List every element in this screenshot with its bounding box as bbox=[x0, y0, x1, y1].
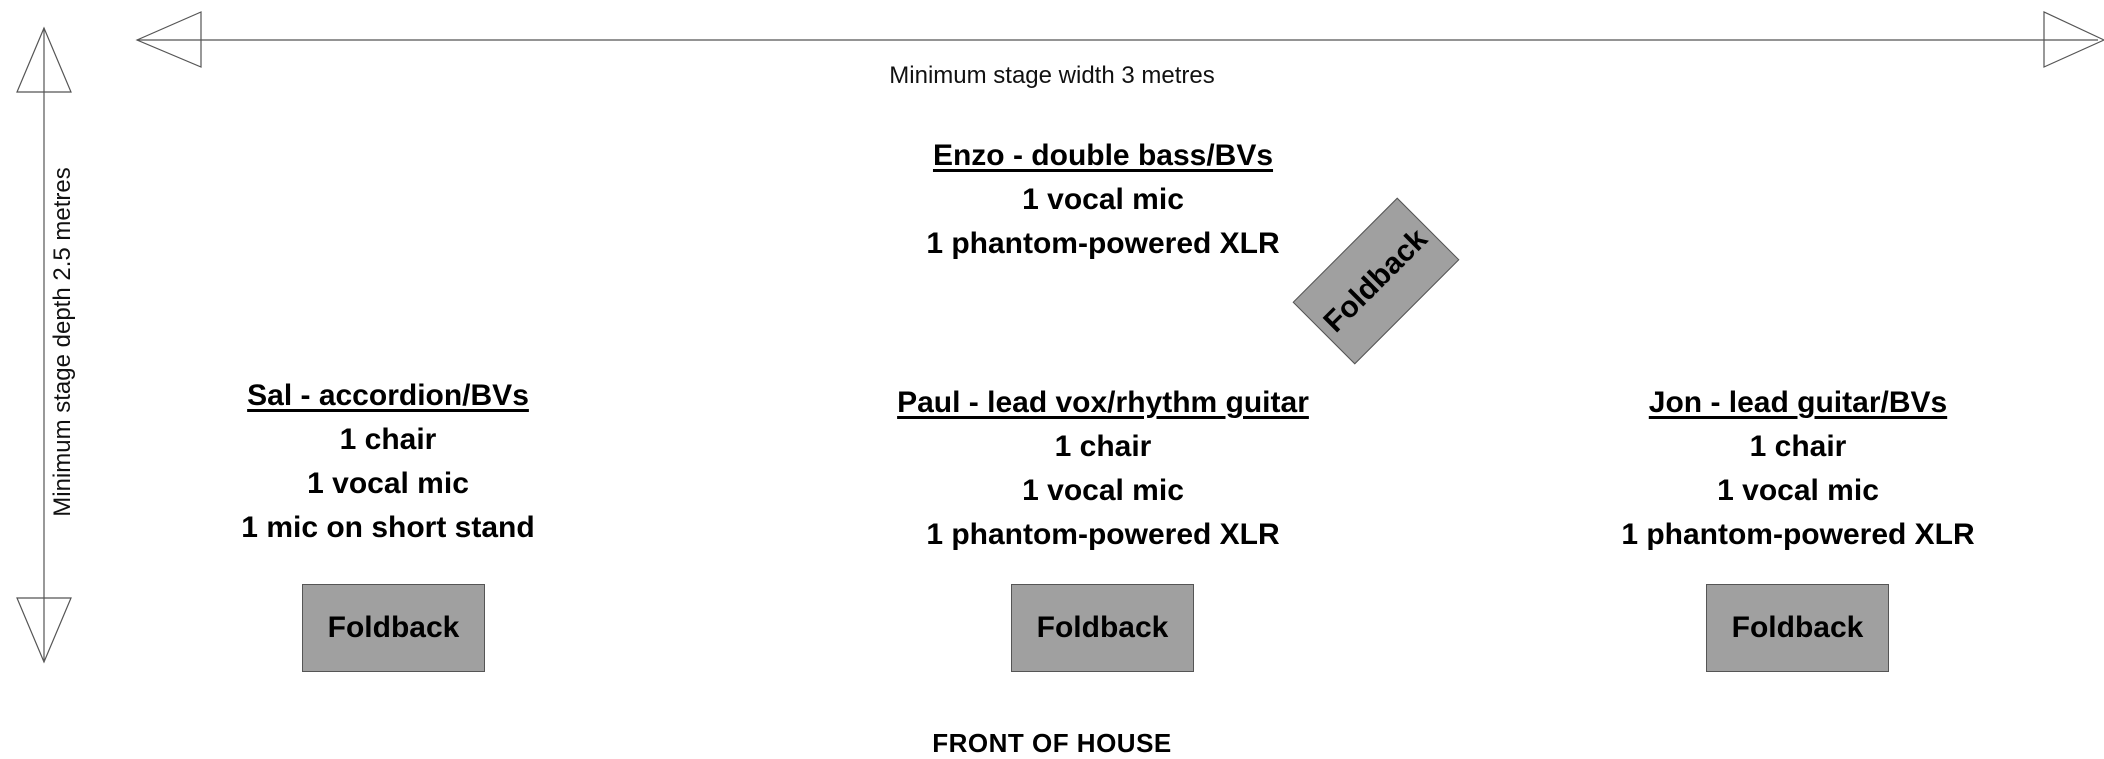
foldback-label: Foldback bbox=[1731, 611, 1864, 644]
equipment-item: 1 vocal mic bbox=[307, 467, 469, 500]
foldback-label: Foldback bbox=[327, 611, 460, 644]
musician-sal: Sal - accordion/BVs 1 chair 1 vocal mic … bbox=[128, 374, 648, 550]
musician-enzo: Enzo - double bass/BVs 1 vocal mic 1 pha… bbox=[843, 134, 1363, 266]
musician-name: Jon - lead guitar/BVs bbox=[1648, 386, 1948, 419]
front-of-house-label: FRONT OF HOUSE bbox=[932, 728, 1172, 758]
musician-name: Enzo - double bass/BVs bbox=[932, 139, 1274, 172]
foldback-wedge-paul: Foldback bbox=[1011, 584, 1194, 672]
equipment-item: 1 chair bbox=[1749, 430, 1847, 463]
equipment-item: 1 chair bbox=[339, 423, 437, 456]
equipment-item: 1 phantom-powered XLR bbox=[926, 518, 1280, 551]
equipment-item: 1 mic on short stand bbox=[241, 511, 535, 544]
equipment-item: 1 chair bbox=[1054, 430, 1152, 463]
stage-width-label: Minimum stage width 3 metres bbox=[889, 62, 1215, 89]
equipment-item: 1 vocal mic bbox=[1022, 474, 1184, 507]
musician-name: Paul - lead vox/rhythm guitar bbox=[897, 386, 1309, 419]
equipment-item: 1 vocal mic bbox=[1022, 183, 1184, 216]
stage-depth-label: Minimum stage depth 2.5 metres bbox=[49, 167, 76, 517]
equipment-item: 1 phantom-powered XLR bbox=[926, 227, 1280, 260]
musician-paul: Paul - lead vox/rhythm guitar 1 chair 1 … bbox=[843, 381, 1363, 557]
equipment-item: 1 phantom-powered XLR bbox=[1621, 518, 1975, 551]
musician-jon: Jon - lead guitar/BVs 1 chair 1 vocal mi… bbox=[1538, 381, 2058, 557]
foldback-wedge-sal: Foldback bbox=[302, 584, 485, 672]
musician-name: Sal - accordion/BVs bbox=[247, 379, 529, 412]
foldback-label: Foldback bbox=[1036, 611, 1169, 644]
equipment-item: 1 vocal mic bbox=[1717, 474, 1879, 507]
width-arrow bbox=[135, 11, 2104, 68]
foldback-wedge-jon: Foldback bbox=[1706, 584, 1889, 672]
